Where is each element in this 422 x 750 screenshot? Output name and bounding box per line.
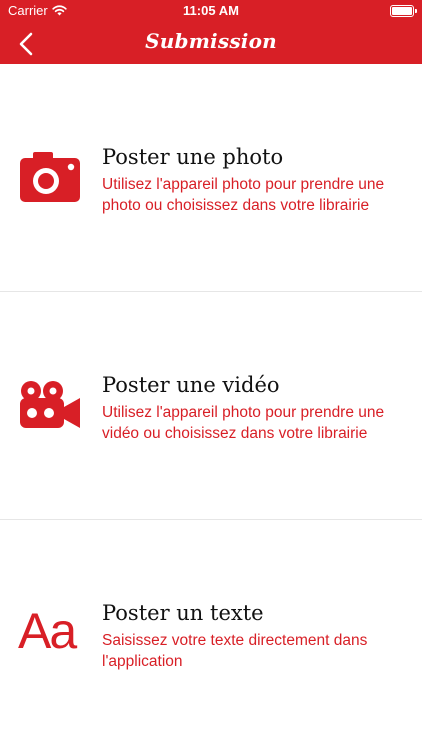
text-icon: Aa (18, 603, 77, 659)
option-description: Utilisez l'appareil photo pour prendre u… (102, 404, 385, 442)
submission-options-list: Poster une photo Utilisez l'appareil pho… (0, 64, 422, 748)
video-camera-icon (18, 380, 82, 436)
status-bar: Carrier 11:05 AM (0, 0, 422, 22)
option-post-photo[interactable]: Poster une photo Utilisez l'appareil pho… (0, 64, 422, 292)
option-post-text[interactable]: Aa Poster un texte Saisissez votre texte… (0, 520, 422, 748)
option-title: Poster une vidéo (102, 373, 280, 397)
option-description: Saisissez votre texte directement dans l… (102, 632, 368, 670)
chevron-left-icon (19, 32, 33, 56)
battery-icon (390, 5, 417, 17)
navigation-bar: Submission (0, 22, 422, 64)
page-title: Submission (145, 29, 277, 53)
camera-icon (18, 152, 82, 208)
back-button[interactable] (12, 30, 40, 58)
option-post-video[interactable]: Poster une vidéo Utilisez l'appareil pho… (0, 292, 422, 520)
option-title: Poster un texte (102, 601, 264, 625)
option-description: Utilisez l'appareil photo pour prendre u… (102, 176, 385, 214)
status-time: 11:05 AM (183, 3, 239, 18)
option-title: Poster une photo (102, 145, 284, 169)
